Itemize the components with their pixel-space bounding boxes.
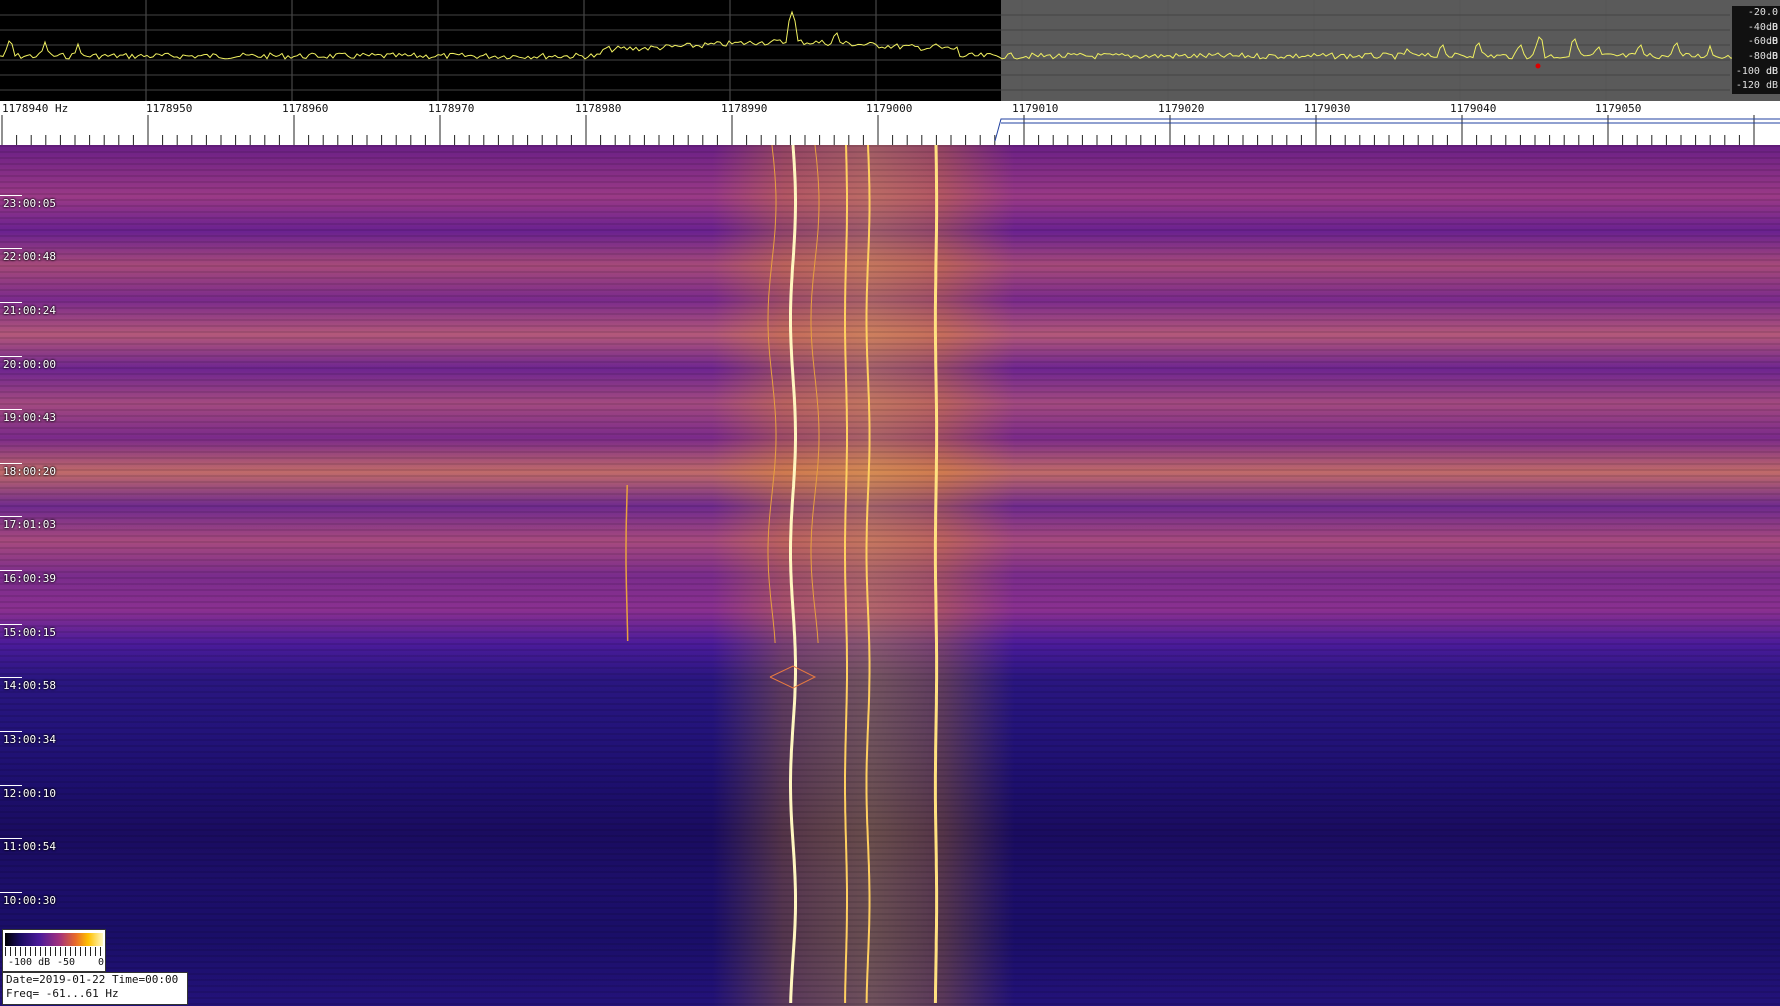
waterfall-signal-traces (625, 145, 939, 1004)
carrier-trace (865, 145, 871, 1004)
passband-marker (994, 118, 1780, 142)
time-label: 13:00:34 (3, 733, 56, 746)
db-label: -40.0 dB (1732, 20, 1780, 47)
time-tick (0, 409, 22, 410)
carrier-trace (933, 145, 939, 1004)
color-scale-legend: -100 dB -50 0 (2, 929, 106, 972)
color-scale-gradient (5, 933, 103, 946)
time-tick (0, 516, 22, 517)
spectrum-plot (0, 0, 1780, 101)
color-scale-label: -50 (57, 957, 76, 968)
time-label: 20:00:00 (3, 358, 56, 371)
spectrum-trace (0, 10, 1780, 60)
time-tick (0, 838, 22, 839)
time-tick (0, 785, 22, 786)
time-label: 17:01:03 (3, 518, 56, 531)
carrier-trace (789, 145, 797, 1004)
time-label: 23:00:05 (3, 197, 56, 210)
time-label: 11:00:54 (3, 840, 56, 853)
time-tick (0, 302, 22, 303)
date-time-readout: Date=2019-01-22 Time=00:00 (6, 973, 179, 986)
time-label: 21:00:24 (3, 304, 56, 317)
frequency-ruler[interactable]: 1178940 Hz 1178950 1178960 1178970 11789… (0, 101, 1780, 145)
marker-dot (1535, 63, 1541, 69)
freq-label: 1179000 (866, 102, 913, 115)
freq-label: 1179050 (1595, 102, 1642, 115)
freq-label: 1178950 (146, 102, 193, 115)
time-label: 16:00:39 (3, 572, 56, 585)
side-trace (767, 145, 777, 644)
signal-artifact (769, 665, 817, 689)
time-tick (0, 195, 22, 196)
time-label: 14:00:58 (3, 679, 56, 692)
freq-label: 1179030 (1304, 102, 1351, 115)
db-label: -100 dB (1732, 64, 1780, 80)
time-label: 10:00:30 (3, 894, 56, 907)
time-tick (0, 570, 22, 571)
time-tick (0, 892, 22, 893)
time-tick (0, 677, 22, 678)
freq-label: 1179020 (1158, 102, 1205, 115)
time-label: 12:00:10 (3, 787, 56, 800)
db-scale: -20.0 dB -40.0 dB -60.0 dB -80.0 dB -100… (1732, 6, 1780, 95)
time-tick (0, 248, 22, 249)
info-box: Date=2019-01-22 Time=00:00 Freq= -61...6… (2, 972, 188, 1005)
db-label: -60.0 dB (1732, 35, 1780, 62)
time-tick (0, 356, 22, 357)
time-tick (0, 624, 22, 625)
spectrum-panel: -20.0 dB -40.0 dB -60.0 dB -80.0 dB -100… (0, 0, 1780, 101)
freq-label: 1178940 Hz (2, 102, 69, 115)
freq-label: 1179010 (1012, 102, 1059, 115)
drift-trace (625, 484, 629, 642)
db-label: -120 dB (1732, 79, 1780, 95)
freq-label: 1178970 (428, 102, 475, 115)
time-label: 22:00:48 (3, 250, 56, 263)
db-label: -20.0 dB (1732, 6, 1780, 33)
db-label: -80.0 dB (1732, 50, 1780, 77)
freq-label: 1178960 (282, 102, 329, 115)
waterfall-display[interactable]: 23:00:05 22:00:48 21:00:24 20:00:00 19:0… (0, 145, 1780, 1006)
carrier-trace (844, 145, 848, 1003)
color-scale-label: -100 dB (8, 957, 51, 968)
time-label: 18:00:20 (3, 465, 56, 478)
freq-label: 1179040 (1450, 102, 1497, 115)
side-trace (810, 145, 820, 644)
time-label: 19:00:43 (3, 411, 56, 424)
color-scale-ticks (5, 947, 103, 956)
freq-label: 1178990 (721, 102, 768, 115)
time-tick (0, 463, 22, 464)
frequency-range-readout: Freq= -61...61 Hz (6, 987, 119, 1000)
time-tick (0, 731, 22, 732)
freq-label: 1178980 (575, 102, 622, 115)
color-scale-label: 0 (98, 957, 105, 968)
time-label: 15:00:15 (3, 626, 56, 639)
